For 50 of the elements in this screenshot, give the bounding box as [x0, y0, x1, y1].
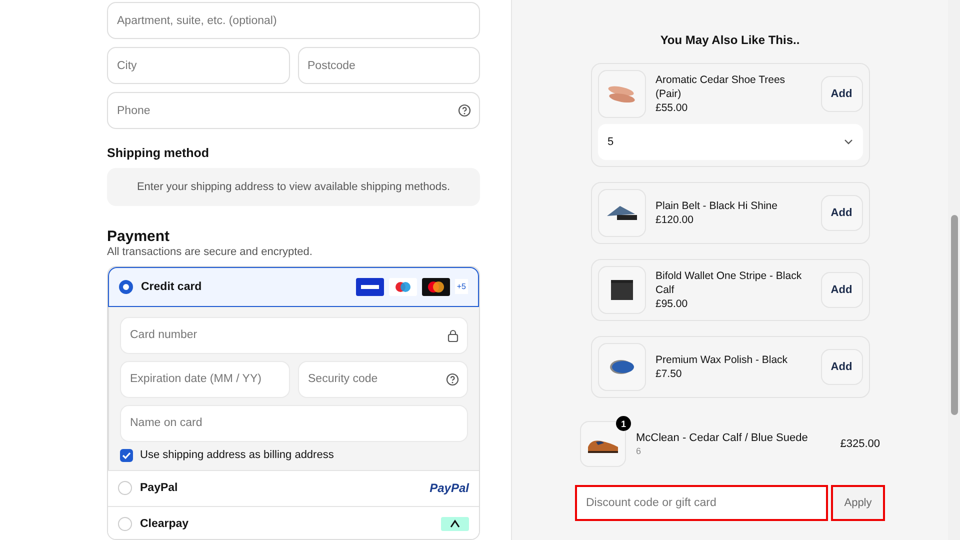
help-icon: [446, 372, 459, 386]
scrollbar[interactable]: [948, 0, 960, 540]
shoe-trees-drawing: [606, 84, 636, 104]
shipping-notice: Enter your shipping address to view available shipping methods.: [107, 168, 480, 206]
product-name: Plain Belt - Black Hi Shine: [656, 199, 778, 213]
product-variant: 6: [636, 446, 642, 456]
section-heading: Shipping method: [107, 146, 210, 160]
section-heading: You May Also Like This..: [660, 33, 800, 47]
card-logo-icon: [422, 278, 450, 296]
product-name: McClean - Cedar Calf / Blue Suede: [636, 432, 809, 444]
add-button[interactable]: Add: [820, 349, 862, 385]
quantity-badge: 1: [616, 416, 631, 431]
chevron-down-icon: [844, 139, 852, 145]
wallet-drawing: [610, 280, 632, 300]
section-heading: Payment: [107, 228, 171, 245]
product-price: £7.50: [656, 367, 683, 381]
product-name: Bifold Wallet One Stripe - Black Calf: [656, 269, 803, 297]
product-price: £120.00: [656, 213, 694, 227]
add-button[interactable]: Add: [820, 76, 862, 112]
quantity-select[interactable]: 5: [598, 124, 862, 160]
check-icon: [121, 450, 132, 461]
help-icon: [458, 104, 471, 117]
apply-button[interactable]: Apply: [831, 485, 885, 521]
product-price: £95.00: [656, 297, 689, 311]
clearpay-logo-icon: [441, 517, 469, 532]
product-name: Aromatic Cedar Shoe Trees (Pair): [656, 73, 786, 101]
checkbox[interactable]: [120, 448, 133, 462]
add-button[interactable]: Add: [820, 195, 862, 231]
product-name: Premium Wax Polish - Black: [656, 353, 789, 367]
option-label: PayPal: [140, 482, 179, 494]
belt-drawing: [606, 206, 636, 220]
payment-option[interactable]: Credit card +5: [108, 266, 479, 307]
paypal-logo: PayPal: [430, 481, 469, 496]
scrollbar-thumb[interactable]: [950, 215, 958, 415]
checkbox-label: Use shipping address as billing address: [140, 449, 334, 462]
more-cards-count: +5: [454, 279, 468, 294]
option-label: Credit card: [141, 280, 203, 293]
input-field[interactable]: Discount code or gift card: [575, 485, 828, 521]
select-value: 5: [608, 136, 614, 148]
lock-icon: [447, 328, 459, 342]
card-logo-icon: [356, 278, 384, 296]
product-price: £55.00: [656, 101, 689, 115]
product-price: £325.00: [840, 438, 880, 450]
polish-tin-drawing: [610, 360, 634, 374]
add-button[interactable]: Add: [820, 272, 862, 308]
section-subtitle: All transactions are secure and encrypted.: [107, 246, 314, 258]
card-logo-icon: [388, 278, 417, 296]
payment-option[interactable]: Clearpay: [108, 506, 479, 539]
option-label: Clearpay: [140, 518, 190, 530]
radio-button[interactable]: [119, 280, 133, 294]
